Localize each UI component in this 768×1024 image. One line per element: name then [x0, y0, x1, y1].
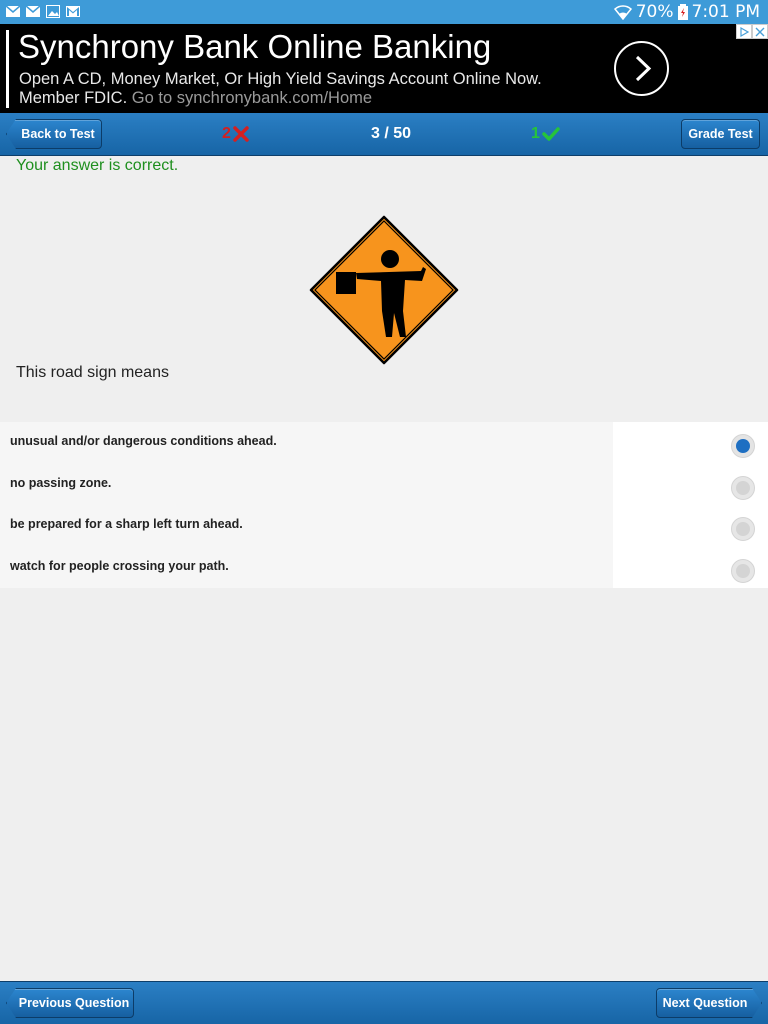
answer-radio[interactable] [731, 476, 755, 500]
question-text: This road sign means [16, 364, 169, 381]
ad-title: Synchrony Bank Online Banking [18, 28, 492, 65]
answer-option-1[interactable]: unusual and/or dangerous conditions ahea… [0, 422, 768, 463]
ad-banner[interactable]: Synchrony Bank Online Banking Open A CD,… [0, 24, 768, 113]
ad-info-icon[interactable] [736, 24, 752, 39]
wifi-icon [613, 5, 632, 20]
answer-label: no passing zone. [10, 476, 112, 490]
answer-radio[interactable] [731, 559, 755, 583]
answer-label: be prepared for a sharp left turn ahead. [10, 517, 243, 531]
mail-icon [26, 5, 40, 17]
answer-label: unusual and/or dangerous conditions ahea… [10, 434, 277, 448]
top-navbar: Back to Test 2 3 / 50 1 Grade Test [0, 113, 768, 156]
check-icon [542, 127, 560, 141]
bottom-navbar: Previous Question Next Question [0, 981, 768, 1024]
clock: 7:01 PM [691, 2, 761, 22]
image-icon [46, 5, 60, 18]
right-count: 1 [531, 125, 560, 143]
ad-go-button[interactable] [614, 41, 669, 96]
ad-close-icon[interactable] [752, 24, 768, 39]
system-status: 70% 7:01 PM [613, 2, 761, 22]
answer-list: unusual and/or dangerous conditions ahea… [0, 422, 768, 588]
previous-question-button[interactable]: Previous Question [6, 988, 134, 1018]
battery-percent: 70% [635, 2, 674, 22]
mail-icon [6, 5, 20, 17]
ad-choices[interactable] [736, 24, 768, 39]
right-count-value: 1 [531, 125, 540, 142]
battery-icon [677, 4, 688, 20]
ad-line-2-prefix: Member FDIC. [19, 89, 128, 107]
ad-line-2: Member FDIC. Go to synchronybank.com/Hom… [19, 89, 372, 108]
answer-option-3[interactable]: be prepared for a sharp left turn ahead. [0, 505, 768, 546]
next-question-button[interactable]: Next Question [656, 988, 762, 1018]
answer-option-2[interactable]: no passing zone. [0, 464, 768, 505]
ad-line-1: Open A CD, Money Market, Or High Yield S… [19, 70, 542, 88]
answer-radio-selected[interactable] [731, 434, 755, 458]
flagger-sign-icon [309, 215, 459, 365]
answer-radio[interactable] [731, 517, 755, 541]
chevron-right-icon [635, 55, 652, 82]
question-counter: 3 / 50 [370, 125, 412, 142]
status-bar: 70% 7:01 PM [0, 0, 768, 24]
result-message: Your answer is correct. [16, 157, 179, 174]
gmail-icon [66, 6, 80, 17]
answer-label: watch for people crossing your path. [10, 559, 229, 573]
ad-accent-bar [6, 30, 9, 108]
grade-test-button[interactable]: Grade Test [681, 119, 760, 149]
notification-icons [6, 5, 80, 18]
ad-url[interactable]: Go to synchronybank.com/Home [132, 89, 372, 107]
answer-option-4[interactable]: watch for people crossing your path. [0, 547, 768, 588]
